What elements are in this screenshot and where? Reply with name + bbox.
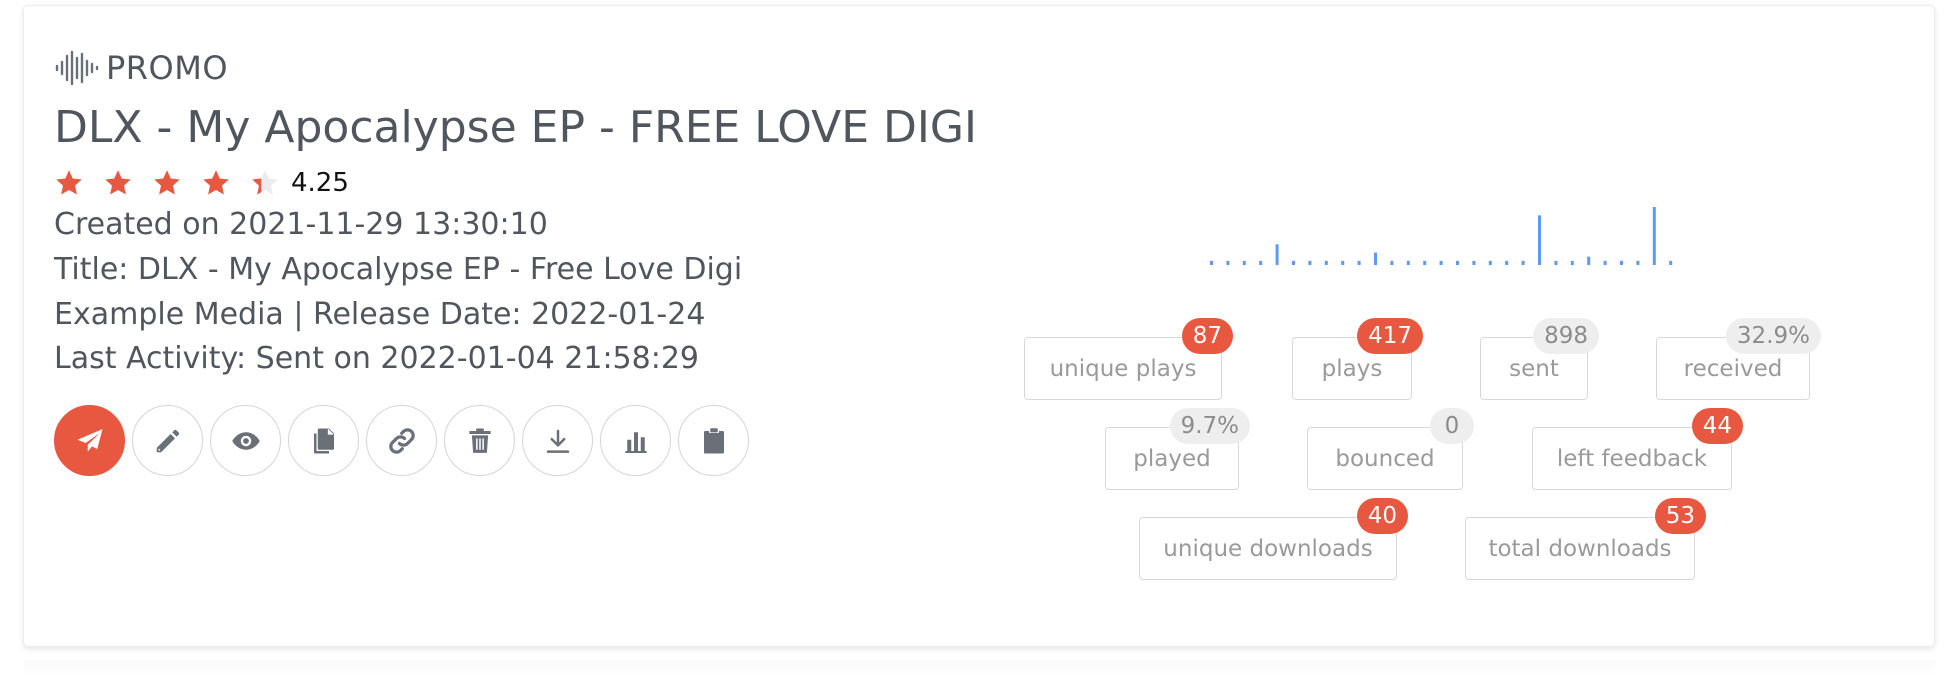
sparkline-bar [1538,215,1541,265]
stat-badge: 417 [1357,318,1423,354]
clipboard-button[interactable] [678,405,749,476]
stat-label: received [1683,355,1783,382]
stat-badge: 898 [1533,318,1599,354]
sparkline-bar [1423,260,1427,265]
trash-icon [468,428,491,453]
sparkline-bar [1406,260,1410,265]
stats-button[interactable] [600,405,671,476]
star-icon [56,170,82,195]
promo-title: DLX - My Apocalypse EP - FREE LOVE DIGI [54,102,977,153]
stat-bounced[interactable]: bounced 0 [1307,408,1474,490]
sparkline-bar [1292,260,1295,265]
sparkline-bar [1259,260,1263,265]
sparkline-bar [1620,260,1623,265]
duplicate-button[interactable] [288,405,359,476]
stat-label: unique plays [1049,355,1197,382]
sparkline-bar [1308,260,1312,265]
sparkline-bar [1603,260,1607,265]
activity-sparkline [1210,207,1673,265]
star-icon [105,170,131,195]
sparkline-bar [1521,260,1525,265]
sparkline-bar [1456,260,1459,265]
stat-label: left feedback [1556,445,1708,472]
sparkline-bar [1374,252,1377,265]
stat-played[interactable]: played 9.7% [1105,408,1250,490]
sparkline-bar [1488,260,1492,265]
stat-label: total downloads [1488,535,1672,562]
sparkline-bar [1226,260,1230,265]
eye-icon [231,431,260,450]
action-toolbar [54,405,749,476]
sparkline-bar [1210,260,1213,265]
download-icon [546,429,569,453]
paper-plane-icon [77,428,102,452]
stat-total-downloads[interactable]: total downloads 53 [1465,498,1706,580]
sparkline-bar [1652,207,1656,265]
release-title: Title: DLX - My Apocalypse EP - Free Lov… [54,252,743,287]
delete-button[interactable] [444,405,515,476]
sparkline-bar [1570,260,1574,265]
stat-badge: 44 [1691,408,1743,444]
sparkline-bar [1554,260,1558,265]
sparkline-bar [1357,260,1361,265]
stat-badge: 87 [1181,318,1233,354]
stat-badge: 53 [1654,498,1706,534]
stat-label: played [1133,445,1211,472]
sparkline-bar [1472,260,1476,265]
sparkline-bar [1390,260,1394,265]
stat-badge: 0 [1430,408,1474,444]
stat-label: sent [1509,355,1559,382]
stat-unique-plays[interactable]: unique plays 87 [1024,318,1233,400]
download-button[interactable] [522,405,593,476]
stat-left-feedback[interactable]: left feedback 44 [1532,408,1743,490]
star-quarter-icon [252,170,278,195]
sparkline-bar [1341,260,1345,265]
preview-button[interactable] [210,405,281,476]
sparkline-bar [1669,260,1673,265]
star-icon [154,170,180,195]
stat-received[interactable]: received 32.9% [1656,318,1821,400]
clipboard-icon [703,427,724,453]
sparkline-bar [1505,260,1509,265]
stat-badge: 9.7% [1169,408,1250,444]
sparkline-bar [1439,260,1443,265]
rating-value: 4.25 [291,168,349,198]
star-icon [203,170,229,195]
sparkline-bar [1324,260,1328,265]
sparkline-bar [1275,244,1279,265]
last-activity: Last Activity: Sent on 2022-01-04 21:58:… [54,341,700,376]
pencil-icon [156,429,179,452]
brand-label: PROMO [106,49,229,87]
stat-sent[interactable]: sent 898 [1480,318,1599,400]
stat-label: bounced [1335,445,1435,472]
next-card-edge [23,660,1935,680]
link-button[interactable] [366,405,437,476]
sparkline-bar [1242,260,1246,265]
star-rating: 4.25 [54,165,349,201]
edit-button[interactable] [132,405,203,476]
created-date: Created on 2021-11-29 13:30:10 [54,207,548,242]
stat-label: unique downloads [1163,535,1373,562]
link-icon [388,427,415,454]
release-info: Example Media | Release Date: 2022-01-24 [54,297,706,332]
stat-badge: 32.9% [1725,318,1821,354]
copy-icon [313,428,334,453]
bar-chart-icon [624,431,647,453]
stat-unique-downloads[interactable]: unique downloads 40 [1139,498,1408,580]
stat-plays[interactable]: plays 417 [1292,318,1423,400]
promo-brand: PROMO [54,50,228,86]
stat-badge: 40 [1356,498,1408,534]
sparkline-bar [1587,256,1591,265]
soundwave-icon [54,50,100,86]
stat-label: plays [1321,355,1383,382]
sparkline-bar [1636,260,1640,265]
send-button[interactable] [54,405,125,476]
